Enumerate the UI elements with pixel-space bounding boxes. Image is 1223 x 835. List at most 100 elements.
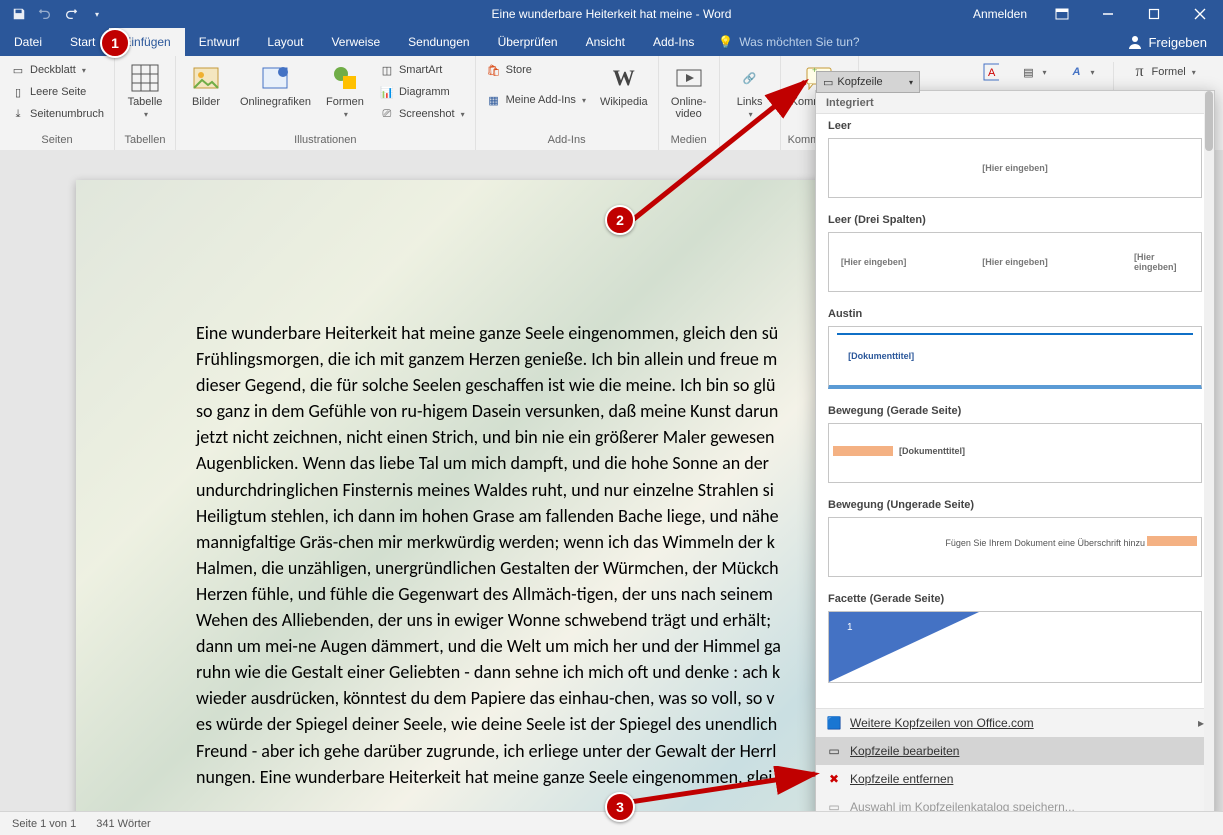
gallery-item-austin[interactable]: Austin [Dokumenttitel]: [818, 302, 1212, 389]
tab-mailings[interactable]: Sendungen: [394, 28, 483, 56]
wikipedia-icon: W: [608, 62, 640, 94]
equation-button[interactable]: πFormel: [1128, 62, 1200, 82]
header-icon: ▭: [823, 76, 833, 89]
wordart-icon[interactable]: A: [1065, 62, 1099, 82]
links-button[interactable]: 🔗Links: [726, 60, 774, 121]
share-button[interactable]: Freigeben: [1112, 28, 1223, 56]
preview-austin: [Dokumenttitel]: [828, 326, 1202, 389]
header-button[interactable]: ▭ Kopfzeile ▾: [816, 71, 920, 93]
pi-icon: π: [1132, 64, 1148, 80]
my-addins-button[interactable]: ▦Meine Add-Ins: [482, 90, 590, 110]
remove-icon: ✖: [826, 771, 842, 787]
blank-page-button[interactable]: ▯Leere Seite: [6, 82, 108, 102]
annotation-1: 1: [100, 28, 130, 58]
shapes-button[interactable]: Formen: [321, 60, 369, 121]
maximize-icon[interactable]: [1131, 0, 1177, 28]
preview-leer3: [Hier eingeben] [Hier eingeben] [Hier ei…: [828, 232, 1202, 292]
header-gallery-dropdown: ▭ Kopfzeile ▾ Integriert Leer [Hier eing…: [815, 90, 1215, 822]
preview-leer: [Hier eingeben]: [828, 138, 1202, 198]
qat-customize-icon[interactable]: ▾: [86, 3, 108, 25]
chart-icon: 📊: [379, 84, 395, 100]
share-label: Freigeben: [1148, 35, 1207, 50]
chart-button[interactable]: 📊Diagramm: [375, 82, 469, 102]
close-icon[interactable]: [1177, 0, 1223, 28]
group-pages: ▭Deckblatt ▯Leere Seite ⤓Seitenumbruch S…: [0, 56, 115, 150]
preview-bew-u: Fügen Sie Ihrem Dokument eine Überschrif…: [828, 517, 1202, 577]
tab-references[interactable]: Verweise: [317, 28, 394, 56]
page-icon: ▯: [10, 84, 26, 100]
group-label: Medien: [665, 134, 713, 148]
online-picture-icon: [259, 62, 291, 94]
window-title: Eine wunderbare Heiterkeit hat meine - W…: [492, 7, 732, 21]
minimize-icon[interactable]: [1085, 0, 1131, 28]
office-icon: 🟦: [826, 715, 842, 731]
textbox-placeholder-icon[interactable]: A: [979, 62, 1003, 82]
tab-layout[interactable]: Layout: [253, 28, 317, 56]
picture-icon: [190, 62, 222, 94]
tellme-search[interactable]: 💡 Was möchten Sie tun?: [708, 28, 869, 56]
tab-view[interactable]: Ansicht: [572, 28, 639, 56]
quickparts-icon[interactable]: ▤: [1017, 62, 1051, 82]
store-button[interactable]: 🛍Store: [482, 60, 590, 80]
screenshot-button[interactable]: ⎚Screenshot: [375, 104, 469, 124]
smartart-button[interactable]: ◫SmartArt: [375, 60, 469, 80]
preview-fac: 1: [828, 611, 1202, 683]
annotation-3: 3: [605, 792, 635, 822]
gallery-scrollbar[interactable]: [1204, 91, 1214, 821]
group-label: [726, 134, 774, 148]
smartart-icon: ◫: [379, 62, 395, 78]
video-icon: [673, 62, 705, 94]
gallery-section-title: Integriert: [816, 91, 1214, 114]
tab-design[interactable]: Entwurf: [185, 28, 254, 56]
page-break-button[interactable]: ⤓Seitenumbruch: [6, 104, 108, 124]
pictures-button[interactable]: Bilder: [182, 60, 230, 110]
titlebar: ▾ Eine wunderbare Heiterkeit hat meine -…: [0, 0, 1223, 28]
signin-button[interactable]: Anmelden: [961, 0, 1039, 28]
link-icon: 🔗: [734, 62, 766, 94]
tab-review[interactable]: Überprüfen: [484, 28, 572, 56]
table-button[interactable]: Tabelle: [121, 60, 169, 121]
group-label: Seiten: [6, 134, 108, 148]
gallery-footer: 🟦 Weitere Kopfzeilen von Office.com ▸ ▭ …: [816, 708, 1214, 821]
online-pictures-button[interactable]: Onlinegrafiken: [236, 60, 315, 110]
ribbon-display-options-icon[interactable]: [1039, 0, 1085, 28]
screenshot-icon: ⎚: [379, 106, 395, 122]
tab-file[interactable]: Datei: [0, 28, 56, 56]
ribbon-tabs: Datei Start Einfügen Entwurf Layout Verw…: [0, 28, 1223, 56]
gallery-scroll[interactable]: Leer [Hier eingeben] Leer (Drei Spalten)…: [816, 114, 1214, 708]
word-count[interactable]: 341 Wörter: [96, 818, 150, 830]
group-label: Add-Ins: [482, 134, 652, 148]
tab-addins[interactable]: Add-Ins: [639, 28, 708, 56]
page-info[interactable]: Seite 1 von 1: [12, 818, 76, 830]
quick-access-toolbar: ▾: [0, 3, 108, 25]
edit-icon: ▭: [826, 743, 842, 759]
tellme-placeholder: Was möchten Sie tun?: [739, 35, 859, 49]
store-icon: 🛍: [486, 62, 502, 78]
preview-bew-g: [Dokumenttitel]: [828, 423, 1202, 483]
group-addins: 🛍Store ▦Meine Add-Ins WWikipedia Add-Ins: [476, 56, 659, 150]
gallery-item-leer[interactable]: Leer [Hier eingeben]: [818, 114, 1212, 198]
save-icon[interactable]: [8, 3, 30, 25]
more-headers-button[interactable]: 🟦 Weitere Kopfzeilen von Office.com ▸: [816, 709, 1214, 737]
group-label: Tabellen: [121, 134, 169, 148]
group-links: 🔗Links: [720, 56, 781, 150]
edit-header-button[interactable]: ▭ Kopfzeile bearbeiten: [816, 737, 1214, 765]
gallery-item-fac[interactable]: Facette (Gerade Seite) 1: [818, 587, 1212, 683]
redo-icon[interactable]: [60, 3, 82, 25]
online-video-button[interactable]: Online- video: [665, 60, 713, 122]
cover-page-button[interactable]: ▭Deckblatt: [6, 60, 108, 80]
break-icon: ⤓: [10, 106, 26, 122]
gallery-item-leer3[interactable]: Leer (Drei Spalten) [Hier eingeben] [Hie…: [818, 208, 1212, 292]
lightbulb-icon: 💡: [718, 35, 733, 49]
group-label: Illustrationen: [182, 134, 469, 148]
scrollbar-thumb[interactable]: [1205, 91, 1213, 151]
undo-icon[interactable]: [34, 3, 56, 25]
gallery-item-bew-g[interactable]: Bewegung (Gerade Seite) [Dokumenttitel]: [818, 399, 1212, 483]
annotation-2: 2: [605, 205, 635, 235]
gallery-item-bew-u[interactable]: Bewegung (Ungerade Seite) Fügen Sie Ihre…: [818, 493, 1212, 577]
group-media: Online- video Medien: [659, 56, 720, 150]
remove-header-button[interactable]: ✖ Kopfzeile entfernen: [816, 765, 1214, 793]
wikipedia-button[interactable]: WWikipedia: [596, 60, 652, 110]
shapes-icon: [329, 62, 361, 94]
group-tables: Tabelle Tabellen: [115, 56, 176, 150]
